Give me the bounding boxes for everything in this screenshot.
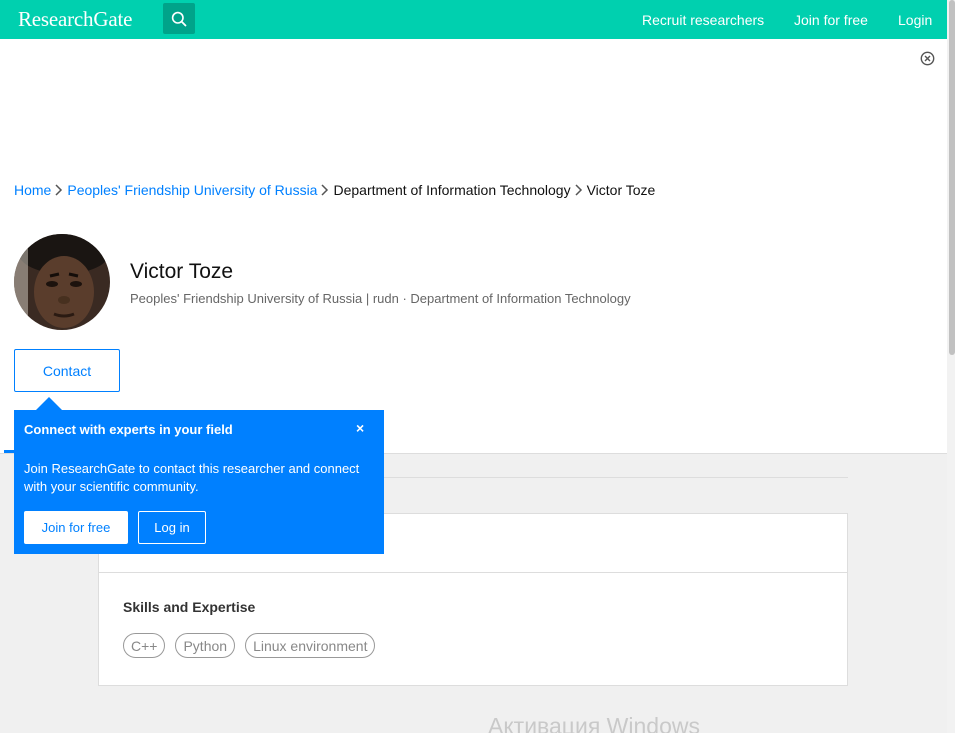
popup-arrow (36, 397, 62, 410)
skills-list: C++ Python Linux environment (123, 633, 376, 658)
popup-join-button[interactable]: Join for free (24, 511, 128, 544)
breadcrumb-current: Victor Toze (586, 182, 656, 198)
card-divider (99, 572, 847, 573)
login-link[interactable]: Login (898, 12, 932, 28)
chevron-right-icon (321, 184, 329, 196)
skill-chip[interactable]: Linux environment (245, 633, 376, 658)
contact-button[interactable]: Contact (14, 349, 120, 392)
breadcrumb-department: Department of Information Technology (333, 182, 571, 198)
join-for-free-link[interactable]: Join for free (794, 12, 868, 28)
skill-chip[interactable]: C++ (123, 633, 166, 658)
popup-body: Join ResearchGate to contact this resear… (24, 461, 360, 494)
close-icon[interactable]: × (356, 420, 364, 436)
breadcrumb-university[interactable]: Peoples' Friendship University of Russia (67, 182, 317, 198)
close-circle-icon[interactable] (920, 51, 935, 66)
popup-login-button[interactable]: Log in (138, 511, 206, 544)
search-icon (171, 11, 187, 26)
recruit-researchers-link[interactable]: Recruit researchers (642, 12, 764, 28)
popup-title: Connect with experts in your field (24, 422, 233, 437)
researchgate-logo[interactable]: ResearchGate (18, 7, 132, 32)
profile-affiliation: Peoples' Friendship University of Russia… (130, 291, 631, 306)
connect-popup: Connect with experts in your field × Joi… (14, 397, 384, 554)
skills-title: Skills and Expertise (123, 599, 256, 615)
search-button[interactable] (163, 3, 195, 34)
profile-name: Victor Toze (130, 260, 234, 283)
ad-banner (0, 39, 947, 161)
skill-chip[interactable]: Python (175, 633, 236, 658)
chevron-right-icon (575, 184, 582, 196)
chevron-right-icon (55, 184, 63, 196)
avatar-image (14, 234, 110, 330)
breadcrumb-home[interactable]: Home (14, 182, 51, 198)
breadcrumb: Home Peoples' Friendship University of R… (14, 182, 655, 198)
scrollbar-thumb[interactable] (949, 0, 955, 355)
avatar[interactable] (14, 234, 110, 330)
windows-activation-watermark: Активация Windows (488, 713, 700, 733)
top-nav-bar: ResearchGate Recruit researchers Join fo… (0, 0, 947, 39)
